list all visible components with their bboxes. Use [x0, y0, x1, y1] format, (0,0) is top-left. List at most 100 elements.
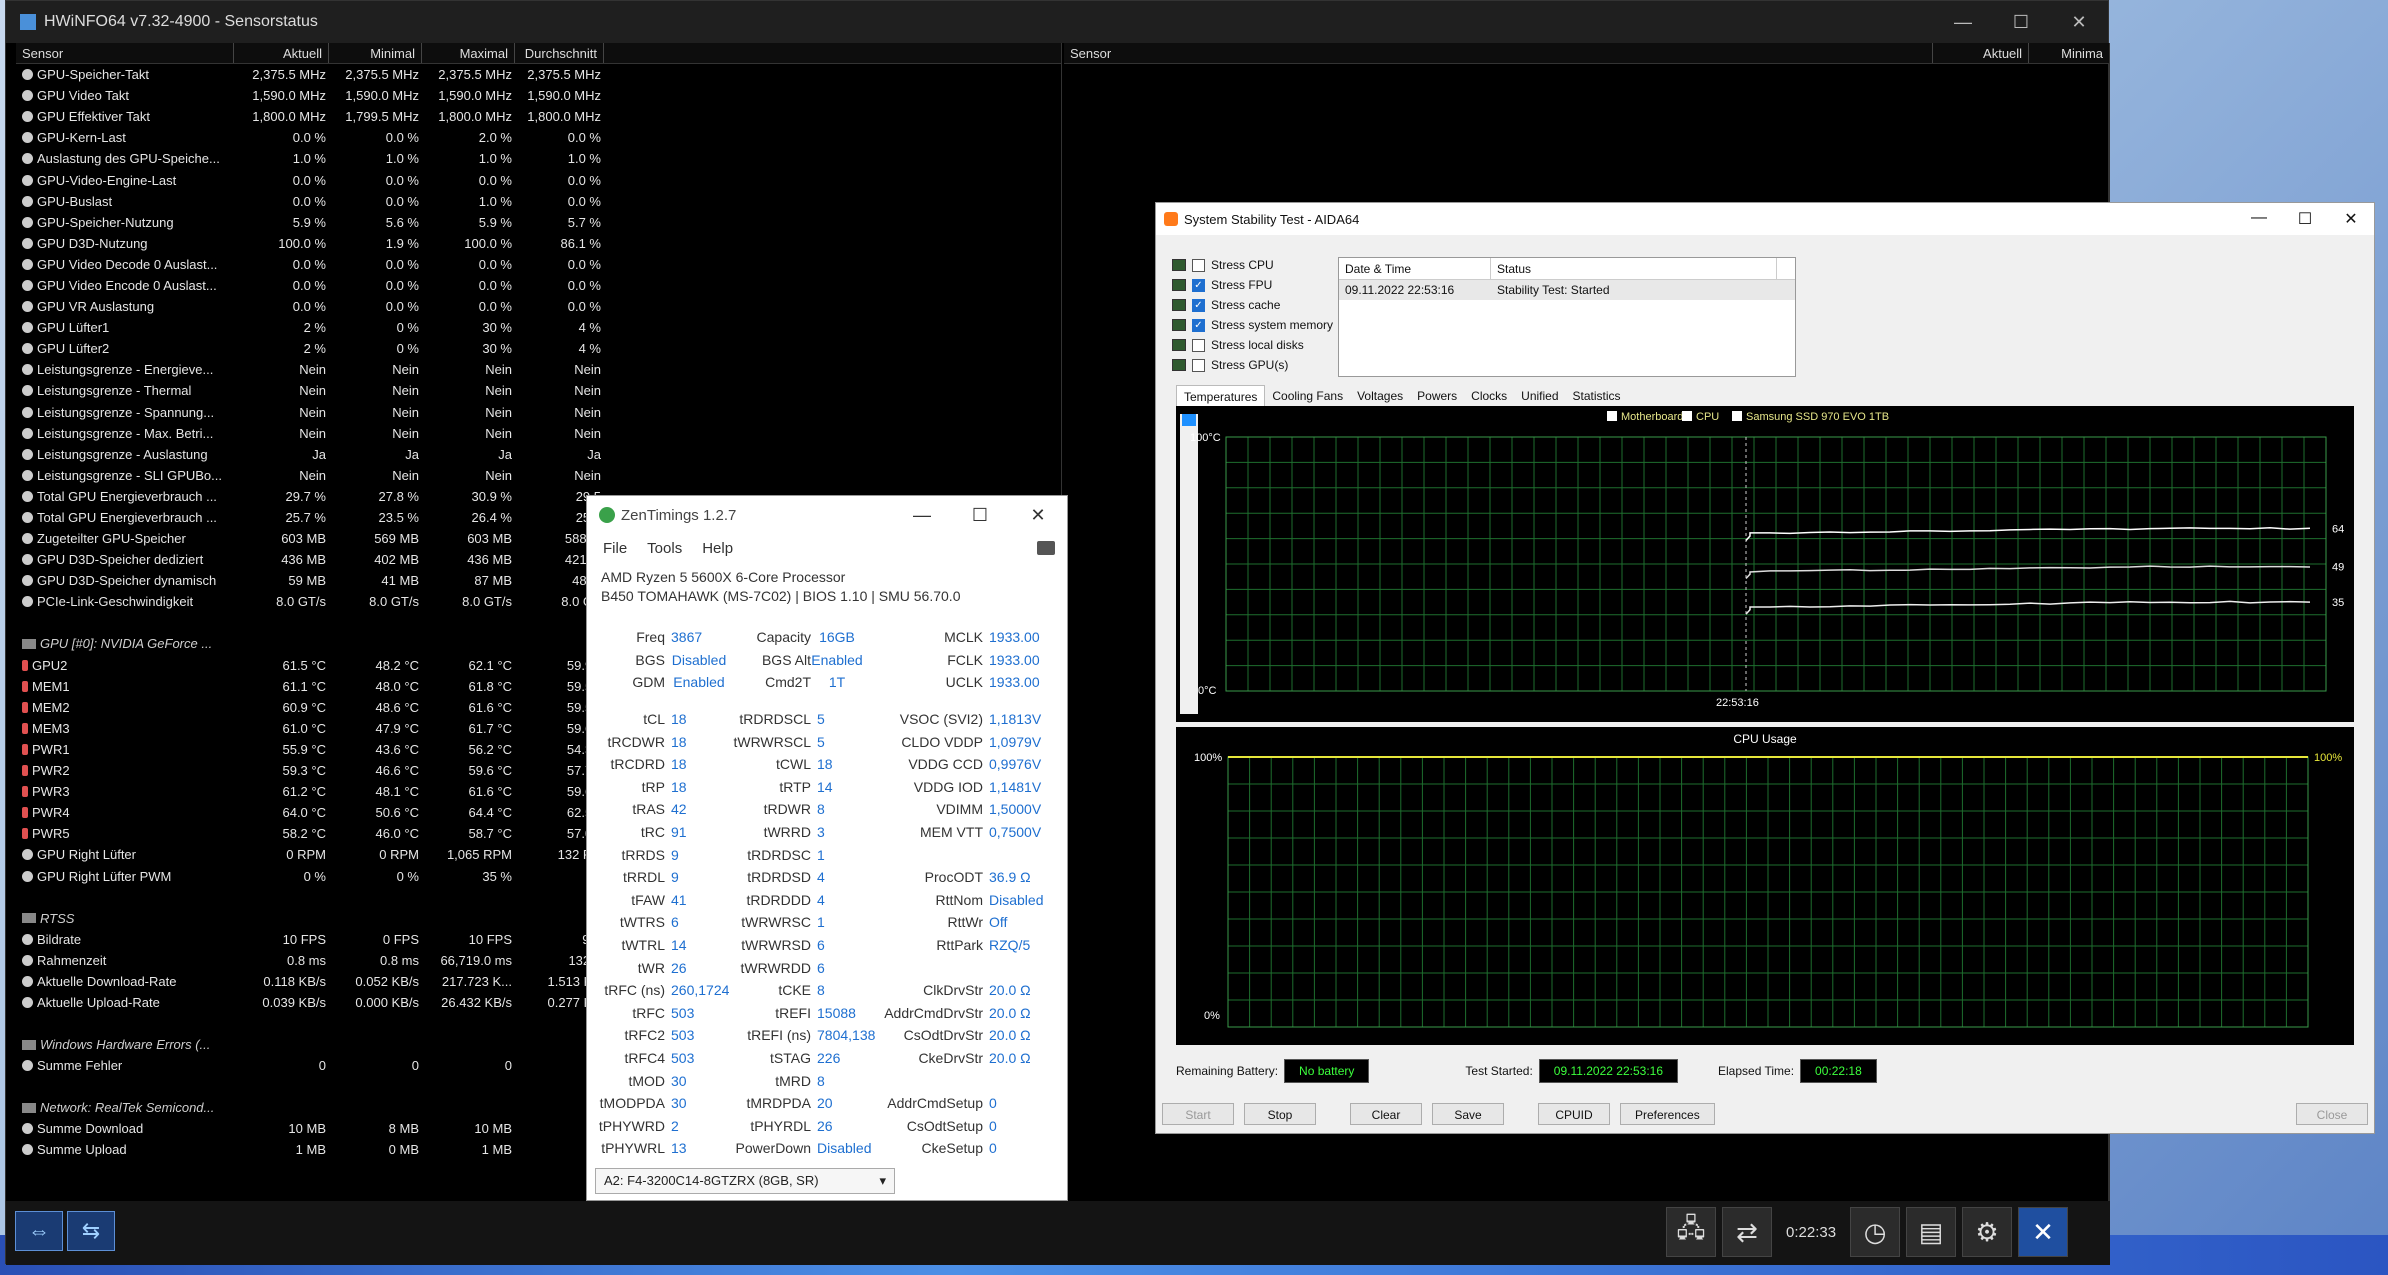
- table-row[interactable]: Auslastung des GPU-Speiche... 1.0 % 1.0 % 1…: [16, 148, 1061, 169]
- log-col-status[interactable]: Status: [1491, 258, 1777, 279]
- col-current-right[interactable]: Aktuell: [1933, 43, 2029, 63]
- col-max[interactable]: Maximal: [422, 43, 515, 63]
- maximize-icon[interactable]: ☐: [951, 505, 1009, 526]
- timing-label: CkeSetup: [863, 1140, 983, 1156]
- col-sensor[interactable]: Sensor: [16, 43, 234, 63]
- log-col-datetime[interactable]: Date & Time: [1339, 258, 1491, 279]
- exit-x-icon[interactable]: ✕: [2018, 1207, 2068, 1257]
- value-min: 0.0 %: [329, 194, 422, 209]
- sensor-name-cell: Aktuelle Upload-Rate: [16, 995, 234, 1010]
- clock-reset-icon[interactable]: ◷: [1850, 1207, 1900, 1257]
- clear-button[interactable]: Clear: [1350, 1103, 1422, 1125]
- col-min-right[interactable]: Minima: [2029, 43, 2109, 63]
- table-row[interactable]: Leistungsgrenze - Energieve... Nein Nein Ne…: [16, 359, 1061, 380]
- table-row[interactable]: GPU-Video-Engine-Last 0.0 % 0.0 % 0.0 % 0.0 …: [16, 169, 1061, 190]
- minimize-icon[interactable]: —: [1934, 1, 1992, 43]
- tab-voltages[interactable]: Voltages: [1350, 385, 1410, 408]
- aida-titlebar[interactable]: System Stability Test - AIDA64 — ☐ ✕: [1156, 203, 2374, 235]
- hwinfo-footer: ⇔ ⇆ 🖧 ⇄ 0:22:33 ◷ ▤ ⚙ ✕: [6, 1201, 2110, 1265]
- close-icon[interactable]: ✕: [1009, 505, 1067, 526]
- timing-label: CkeDrvStr: [863, 1050, 983, 1066]
- close-icon[interactable]: ✕: [2050, 1, 2108, 43]
- table-row[interactable]: Leistungsgrenze - SLI GPUBo... Nein Nein Ne…: [16, 465, 1061, 486]
- logging-icon[interactable]: ▤: [1906, 1207, 1956, 1257]
- value-current: 61.5 °C: [234, 658, 329, 673]
- minimize-icon[interactable]: —: [2236, 209, 2282, 229]
- memory-module-select[interactable]: A2: F4-3200C14-8GTZRX (8GB, SR): [595, 1168, 895, 1194]
- value-current: 0.0 %: [234, 278, 329, 293]
- tab-powers[interactable]: Powers: [1410, 385, 1464, 408]
- col-sensor-right[interactable]: Sensor: [1064, 43, 1933, 63]
- zen-titlebar[interactable]: ZenTimings 1.2.7 — ☐ ✕: [587, 496, 1067, 534]
- sensor-name: GPU VR Auslastung: [37, 299, 154, 314]
- col-current[interactable]: Aktuell: [234, 43, 329, 63]
- preferences-button[interactable]: Preferences: [1620, 1103, 1715, 1125]
- table-row[interactable]: GPU VR Auslastung 0.0 % 0.0 % 0.0 % 0.0 %: [16, 296, 1061, 317]
- table-row[interactable]: Leistungsgrenze - Spannung... Nein Nein Nei…: [16, 402, 1061, 423]
- col-avg[interactable]: Durchschnitt: [515, 43, 604, 63]
- stress-option[interactable]: ✓ Stress cache: [1172, 295, 1333, 315]
- stress-option[interactable]: Stress local disks: [1172, 335, 1333, 355]
- close-icon[interactable]: ✕: [2328, 209, 2374, 229]
- tab-statistics[interactable]: Statistics: [1566, 385, 1628, 408]
- stress-checkbox[interactable]: [1192, 359, 1205, 372]
- timing-value: 8: [811, 1073, 863, 1089]
- stress-checkbox[interactable]: ✓: [1192, 299, 1205, 312]
- menu-help[interactable]: Help: [702, 540, 733, 557]
- timing-label: tMODPDA: [587, 1095, 665, 1111]
- table-row[interactable]: GPU-Speicher-Nutzung 5.9 % 5.6 % 5.9 % 5.7 %: [16, 212, 1061, 233]
- tab-cooling-fans[interactable]: Cooling Fans: [1265, 385, 1350, 408]
- stress-option[interactable]: ✓ Stress system memory: [1172, 315, 1333, 335]
- thermometer-icon: [22, 702, 28, 713]
- start-button[interactable]: Start: [1162, 1103, 1234, 1125]
- cpuid-button[interactable]: CPUID: [1538, 1103, 1610, 1125]
- stress-option[interactable]: Stress GPU(s): [1172, 355, 1333, 375]
- table-row[interactable]: GPU D3D-Nutzung 100.0 % 1.9 % 100.0 % 86.1 %: [16, 233, 1061, 254]
- menu-file[interactable]: File: [603, 540, 627, 557]
- stress-option[interactable]: Stress CPU: [1172, 255, 1333, 275]
- test-log[interactable]: Date & Time Status 09.11.2022 22:53:16 S…: [1338, 257, 1796, 377]
- hwinfo-titlebar[interactable]: HWiNFO64 v7.32-4900 - Sensorstatus: [6, 1, 2108, 43]
- maximize-icon[interactable]: ☐: [2282, 209, 2328, 229]
- timing-row: tCL 18 tRDRDSCL 5 VSOC (SVI2) 1,1813V: [587, 708, 1069, 731]
- collapse-arrows-icon[interactable]: ⇆: [67, 1211, 115, 1251]
- table-row[interactable]: GPU Video Takt 1,590.0 MHz 1,590.0 MHz 1,59…: [16, 85, 1061, 106]
- table-row[interactable]: GPU Video Decode 0 Auslast... 0.0 % 0.0 % 0…: [16, 254, 1061, 275]
- table-row[interactable]: Leistungsgrenze - Thermal Nein Nein Nein Nei…: [16, 380, 1061, 401]
- table-row[interactable]: GPU Video Encode 0 Auslast... 0.0 % 0.0 % 0…: [16, 275, 1061, 296]
- table-row[interactable]: GPU-Speicher-Takt 2,375.5 MHz 2,375.5 MHz 2…: [16, 64, 1061, 85]
- close-button[interactable]: Close: [2296, 1103, 2368, 1125]
- stop-button[interactable]: Stop: [1244, 1103, 1316, 1125]
- connect-icon[interactable]: ⇄: [1722, 1207, 1772, 1257]
- table-row[interactable]: GPU-Kern-Last 0.0 % 0.0 % 2.0 % 0.0 %: [16, 127, 1061, 148]
- stress-checkbox[interactable]: [1192, 339, 1205, 352]
- log-row[interactable]: 09.11.2022 22:53:16 Stability Test: Star…: [1339, 280, 1795, 300]
- stress-checkbox[interactable]: ✓: [1192, 319, 1205, 332]
- table-row[interactable]: GPU Lüfter2 2 % 0 % 30 % 4 %: [16, 338, 1061, 359]
- menu-tools[interactable]: Tools: [647, 540, 682, 557]
- timing-value: 0: [983, 1095, 1053, 1111]
- maximize-icon[interactable]: ☐: [1992, 1, 2050, 43]
- sensor-table-header-right[interactable]: Sensor Aktuell Minima: [1064, 43, 2109, 64]
- tab-unified[interactable]: Unified: [1514, 385, 1565, 408]
- save-button[interactable]: Save: [1432, 1103, 1504, 1125]
- col-min[interactable]: Minimal: [329, 43, 422, 63]
- stress-checkbox[interactable]: ✓: [1192, 279, 1205, 292]
- settings-gear-icon[interactable]: ⚙: [1962, 1207, 2012, 1257]
- stress-checkbox[interactable]: [1192, 259, 1205, 272]
- table-row[interactable]: GPU-Buslast 0.0 % 0.0 % 1.0 % 0.0 %: [16, 191, 1061, 212]
- board-info: B450 TOMAHAWK (MS-7C02) | BIOS 1.10 | SM…: [601, 587, 1067, 606]
- timing-value: 26: [665, 960, 733, 976]
- table-row[interactable]: GPU Effektiver Takt 1,800.0 MHz 1,799.5 MH…: [16, 106, 1061, 127]
- table-row[interactable]: Leistungsgrenze - Max. Betri... Nein Nein N…: [16, 423, 1061, 444]
- tab-clocks[interactable]: Clocks: [1464, 385, 1514, 408]
- tab-temperatures[interactable]: Temperatures: [1176, 385, 1265, 408]
- screenshot-camera-icon[interactable]: [1037, 541, 1055, 555]
- network-monitor-icon[interactable]: 🖧: [1666, 1207, 1716, 1257]
- expand-arrows-icon[interactable]: ⇔: [15, 1211, 63, 1251]
- sensor-table-header[interactable]: Sensor Aktuell Minimal Maximal Durchschn…: [16, 43, 1061, 64]
- table-row[interactable]: Leistungsgrenze - Auslastung Ja Ja Ja Ja: [16, 444, 1061, 465]
- table-row[interactable]: GPU Lüfter1 2 % 0 % 30 % 4 %: [16, 317, 1061, 338]
- minimize-icon[interactable]: —: [893, 505, 951, 526]
- stress-option[interactable]: ✓ Stress FPU: [1172, 275, 1333, 295]
